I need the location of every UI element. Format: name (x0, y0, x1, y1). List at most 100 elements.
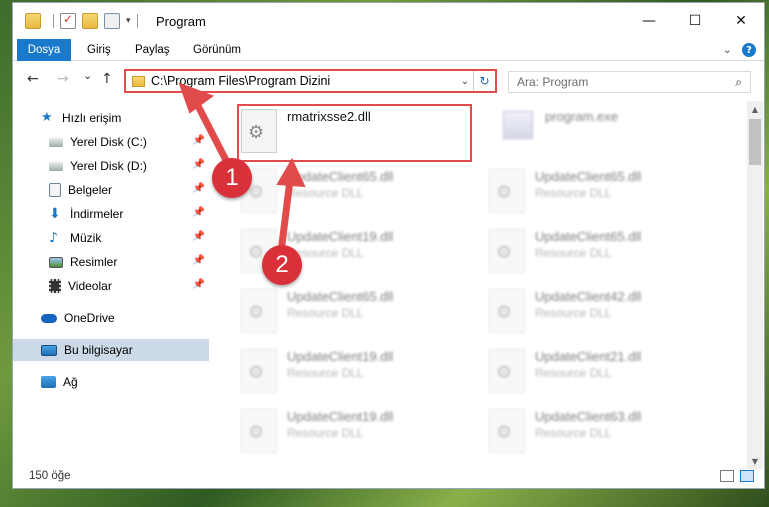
address-path[interactable]: C:\Program Files\Program Dizini (151, 74, 457, 88)
sidebar-item-downloads[interactable]: ⬇ İndirmeler 📌 (13, 203, 209, 225)
file-type: Resource DLL (287, 366, 364, 380)
file-name: UpdateClient65.dll (287, 289, 394, 304)
sidebar-item-disk-c[interactable]: Yerel Disk (C:) 📌 (13, 131, 209, 153)
list-item[interactable]: ⚙ UpdateClient65.dll Resource DLL (221, 165, 451, 219)
gear-icon: ⚙ (248, 302, 265, 323)
file-name: UpdateClient19.dll (287, 409, 394, 424)
title-bar: ▾ Program — ☐ ✕ (13, 3, 764, 39)
tab-home[interactable]: Giriş (77, 39, 121, 61)
music-icon: ♪ (49, 230, 58, 246)
pin-icon[interactable]: 📌 (193, 135, 205, 146)
pin-icon[interactable]: 📌 (193, 255, 205, 266)
sidebar-item-label: Resimler (70, 255, 118, 269)
toolbar-divider (53, 14, 54, 28)
sidebar-item-label: İndirmeler (70, 207, 124, 221)
search-icon[interactable]: ⌕ (735, 75, 742, 90)
sidebar-item-pictures[interactable]: Resimler 📌 (13, 251, 209, 273)
navigation-pane: ★ Hızlı erişim Yerel Disk (C:) 📌 Yerel D… (13, 101, 213, 461)
drive-icon (49, 137, 63, 147)
dll-file-icon: ⚙ (241, 409, 277, 453)
vertical-scrollbar[interactable]: ▲ ▼ (747, 101, 763, 469)
window-title: Program (156, 14, 206, 29)
sidebar-item-quick-access[interactable]: ★ Hızlı erişim (13, 107, 209, 129)
tab-file[interactable]: Dosya (17, 39, 71, 61)
file-item-program-exe[interactable]: program.exe (485, 105, 715, 159)
step-badge-2: 2 (262, 245, 302, 285)
file-type: Resource DLL (287, 306, 364, 320)
pin-icon[interactable]: 📌 (193, 279, 205, 290)
sidebar-item-network[interactable]: Ağ (13, 371, 209, 393)
recent-locations-button[interactable]: ⌄ (83, 69, 92, 82)
dll-file-icon: ⚙ (241, 349, 277, 393)
chevron-down-icon[interactable]: ⌄ (457, 76, 473, 87)
details-view-icon[interactable] (720, 470, 734, 482)
list-item[interactable]: ⚙ UpdateClient65.dll Resource DLL (469, 165, 699, 219)
minimize-button[interactable]: — (626, 3, 672, 39)
refresh-icon[interactable]: ↻ (473, 71, 495, 91)
chevron-down-icon[interactable]: ⌄ (723, 43, 732, 57)
sidebar-item-music[interactable]: ♪ Müzik 📌 (13, 227, 209, 249)
customize-toolbar-icon[interactable] (104, 13, 120, 29)
sidebar-item-disk-d[interactable]: Yerel Disk (D:) 📌 (13, 155, 209, 177)
new-folder-icon[interactable] (82, 13, 98, 29)
view-toggle (720, 470, 754, 482)
up-button[interactable]: ↑ (101, 71, 113, 87)
gear-icon: ⚙ (496, 242, 513, 263)
pin-icon[interactable]: 📌 (193, 207, 205, 218)
list-item[interactable]: ⚙ UpdateClient63.dll Resource DLL (469, 405, 699, 459)
dll-file-icon: ⚙ (241, 289, 277, 333)
quick-access-toolbar: ▾ (25, 12, 144, 30)
pin-icon[interactable]: 📌 (193, 159, 205, 170)
list-item[interactable]: ⚙ UpdateClient19.dll Resource DLL (221, 225, 451, 279)
sidebar-item-this-pc[interactable]: Bu bilgisayar (13, 339, 209, 361)
file-name: program.exe (545, 109, 618, 124)
pin-icon[interactable]: 📌 (193, 183, 205, 194)
scroll-thumb[interactable] (749, 119, 761, 165)
gear-icon: ⚙ (496, 362, 513, 383)
file-type: Resource DLL (535, 426, 612, 440)
sidebar-item-label: Yerel Disk (C:) (70, 135, 147, 149)
pin-icon[interactable]: 📌 (193, 231, 205, 242)
selected-file-highlight (237, 104, 472, 162)
forward-button[interactable]: → (57, 71, 69, 87)
gear-icon: ⚙ (248, 362, 265, 383)
star-icon: ★ (41, 110, 53, 125)
sidebar-item-documents[interactable]: Belgeler 📌 (13, 179, 209, 201)
folder-icon (25, 13, 41, 29)
cloud-icon (41, 313, 57, 323)
close-button[interactable]: ✕ (718, 3, 764, 39)
list-item[interactable]: ⚙ UpdateClient19.dll Resource DLL (221, 405, 451, 459)
sidebar-item-label: Müzik (70, 231, 102, 245)
list-item[interactable]: ⚙ UpdateClient21.dll Resource DLL (469, 345, 699, 399)
sidebar-item-label: Yerel Disk (D:) (70, 159, 147, 173)
tiles-view-icon[interactable] (740, 470, 754, 482)
search-input[interactable] (517, 75, 736, 89)
sidebar-item-onedrive[interactable]: OneDrive (13, 307, 209, 329)
chevron-down-icon[interactable]: ▾ (126, 16, 131, 26)
maximize-button[interactable]: ☐ (672, 3, 718, 39)
sidebar-item-videos[interactable]: Videolar 📌 (13, 275, 209, 297)
sidebar-item-label: OneDrive (64, 311, 115, 325)
explorer-window: ▾ Program — ☐ ✕ Dosya Giriş Paylaş Görün… (12, 2, 765, 489)
address-bar[interactable]: C:\Program Files\Program Dizini ⌄ ↻ (124, 69, 497, 93)
pictures-icon (49, 256, 63, 268)
properties-check-icon[interactable] (60, 12, 76, 29)
dll-file-icon: ⚙ (489, 349, 525, 393)
folder-icon (132, 75, 145, 87)
tab-view[interactable]: Görünüm (183, 39, 251, 61)
file-name: UpdateClient65.dll (287, 169, 394, 184)
sidebar-item-label: Bu bilgisayar (64, 343, 133, 357)
search-box[interactable]: ⌕ (508, 71, 751, 93)
help-icon[interactable]: ? (742, 43, 756, 57)
list-item[interactable]: ⚙ UpdateClient42.dll Resource DLL (469, 285, 699, 339)
back-button[interactable]: ← (27, 71, 39, 87)
list-item[interactable]: ⚙ UpdateClient65.dll Resource DLL (221, 285, 451, 339)
gear-icon: ⚙ (248, 422, 265, 443)
sidebar-item-label: Ağ (63, 375, 78, 389)
tab-share[interactable]: Paylaş (125, 39, 180, 61)
exe-file-icon (503, 111, 533, 139)
scroll-up-arrow-icon[interactable]: ▲ (747, 101, 763, 117)
item-count: 150 öğe (29, 470, 71, 482)
list-item[interactable]: ⚙ UpdateClient19.dll Resource DLL (221, 345, 451, 399)
list-item[interactable]: ⚙ UpdateClient65.dll Resource DLL (469, 225, 699, 279)
